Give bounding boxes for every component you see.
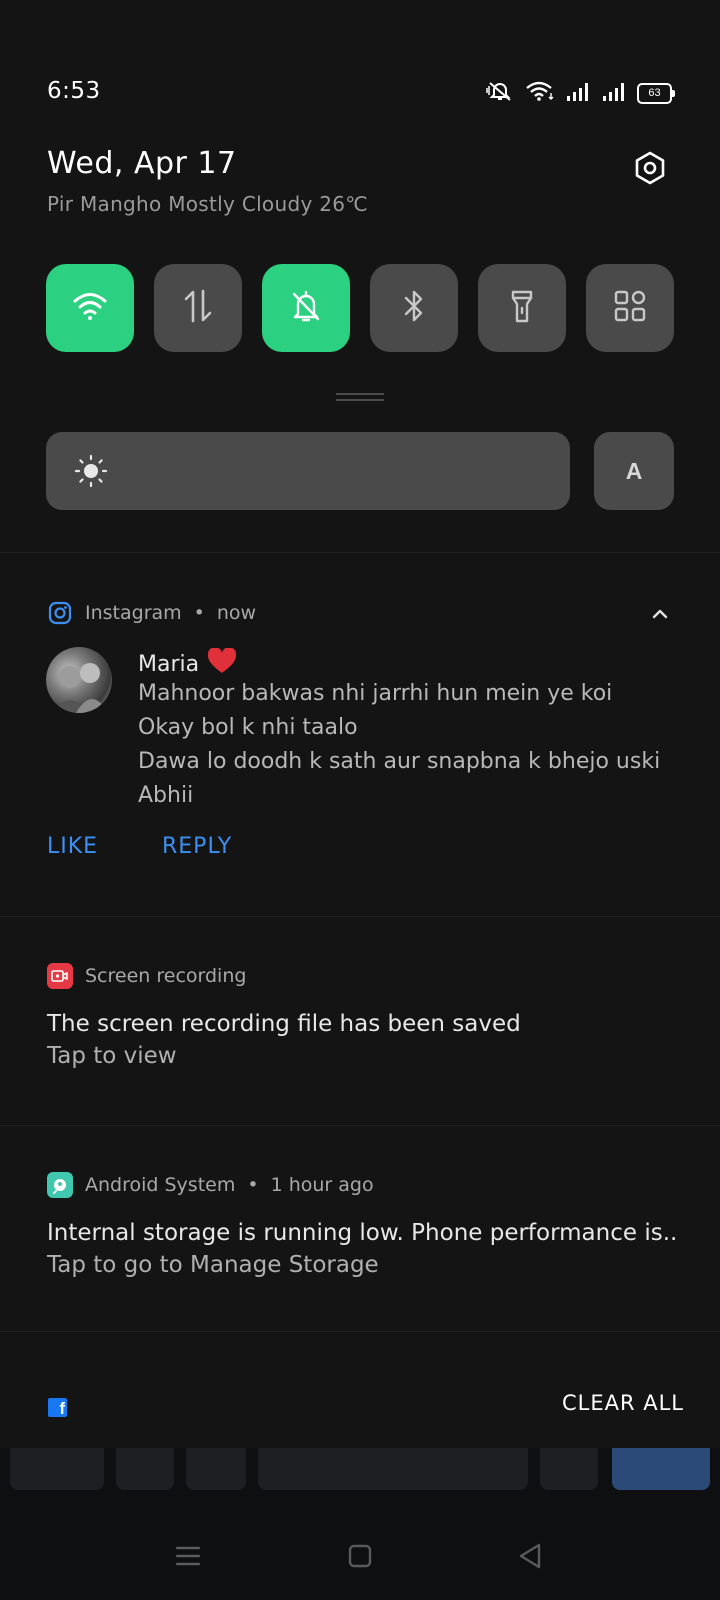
flashlight-icon — [507, 288, 537, 328]
sun-icon — [74, 454, 108, 492]
recents-button[interactable] — [170, 1540, 206, 1576]
settings-button[interactable] — [628, 148, 672, 192]
app-name: Instagram — [85, 602, 182, 624]
sender-label: Maria — [138, 651, 200, 677]
date: Wed, Apr 17 — [47, 146, 237, 181]
toggle-more[interactable] — [586, 264, 674, 352]
app-name: Android System — [85, 1174, 236, 1196]
message-line: Dawa lo doodh k sath aur snapbna k bhejo… — [138, 749, 661, 774]
instagram-icon — [47, 600, 73, 626]
keyboard-key — [10, 1448, 104, 1490]
toggle-bluetooth[interactable] — [370, 264, 458, 352]
notification-time: 1 hour ago — [270, 1174, 374, 1196]
menu-icon — [174, 1544, 202, 1572]
panel-drag-handle[interactable] — [336, 393, 384, 401]
message-line: Okay bol k nhi taalo — [138, 715, 358, 740]
android-system-icon — [47, 1172, 73, 1198]
keyboard-key — [116, 1448, 174, 1490]
collapse-button[interactable] — [650, 604, 670, 624]
status-icons: 63 — [485, 80, 675, 106]
divider — [0, 1331, 720, 1332]
chevron-up-icon — [650, 609, 670, 628]
data-transfer-icon — [181, 288, 215, 328]
keyboard-key — [186, 1448, 246, 1490]
keyboard-peek — [0, 1448, 720, 1508]
screen-record-icon — [47, 963, 73, 989]
notification-subtitle: Tap to go to Manage Storage — [47, 1252, 379, 1278]
keyboard-spacebar — [258, 1448, 528, 1490]
notification-title[interactable]: The screen recording file has been saved — [47, 1011, 521, 1037]
sender-name: Maria — [138, 647, 237, 680]
mute-icon — [485, 80, 515, 106]
square-icon — [347, 1543, 373, 1573]
instagram-notification-header: Instagram • now — [47, 600, 256, 626]
signal-icon-sim1 — [565, 80, 591, 106]
toggle-flashlight[interactable] — [478, 264, 566, 352]
toggle-mobile-data[interactable] — [154, 264, 242, 352]
notification-shade: 6:53 63 Wed, Apr 17 Pir Mangho Mostly Cl… — [0, 0, 720, 1448]
android-system-notification-header: Android System • 1 hour ago — [47, 1172, 374, 1198]
status-bar: 6:53 63 — [0, 70, 720, 116]
signal-icon-sim2 — [601, 80, 627, 106]
toggle-wifi[interactable] — [46, 264, 134, 352]
wifi-status-icon — [525, 80, 555, 106]
clear-all-button[interactable]: CLEAR ALL — [562, 1391, 684, 1415]
notification-subtitle: Tap to view — [47, 1043, 177, 1069]
like-button[interactable]: LIKE — [47, 834, 98, 859]
brightness-slider[interactable] — [46, 432, 570, 510]
grid-icon — [613, 289, 647, 327]
battery-icon: 63 — [637, 82, 675, 104]
avatar — [46, 647, 112, 713]
message-line: Mahnoor bakwas nhi jarrhi hun mein ye ko… — [138, 681, 613, 706]
keyboard-key — [540, 1448, 598, 1490]
gear-icon — [632, 150, 668, 190]
toggle-silent[interactable] — [262, 264, 350, 352]
divider — [0, 916, 720, 917]
auto-brightness-button[interactable]: A — [594, 432, 674, 510]
back-triangle-icon — [517, 1542, 543, 1574]
bluetooth-icon — [399, 288, 429, 328]
reply-button[interactable]: REPLY — [162, 834, 232, 859]
app-name: Screen recording — [85, 965, 247, 987]
notification-time: now — [216, 602, 257, 624]
separator-dot: • — [247, 1174, 259, 1196]
screen-recording-notification-header: Screen recording — [47, 963, 246, 989]
keyboard-enter-key — [612, 1448, 710, 1490]
quick-toggles — [46, 264, 674, 352]
facebook-icon[interactable]: f — [48, 1398, 67, 1417]
message-line: Abhii — [138, 783, 194, 808]
weather[interactable]: Pir Mangho Mostly Cloudy 26℃ — [47, 192, 368, 216]
heart-icon — [207, 647, 237, 680]
navigation-bar — [0, 1520, 720, 1600]
wifi-icon — [72, 290, 108, 326]
home-button[interactable] — [342, 1540, 378, 1576]
clock: 6:53 — [47, 78, 101, 104]
divider — [0, 1125, 720, 1126]
notification-title[interactable]: Internal storage is running low. Phone p… — [47, 1220, 677, 1246]
divider — [0, 552, 720, 553]
bell-off-icon — [288, 288, 324, 328]
back-button[interactable] — [512, 1540, 548, 1576]
separator-dot: • — [193, 602, 205, 624]
